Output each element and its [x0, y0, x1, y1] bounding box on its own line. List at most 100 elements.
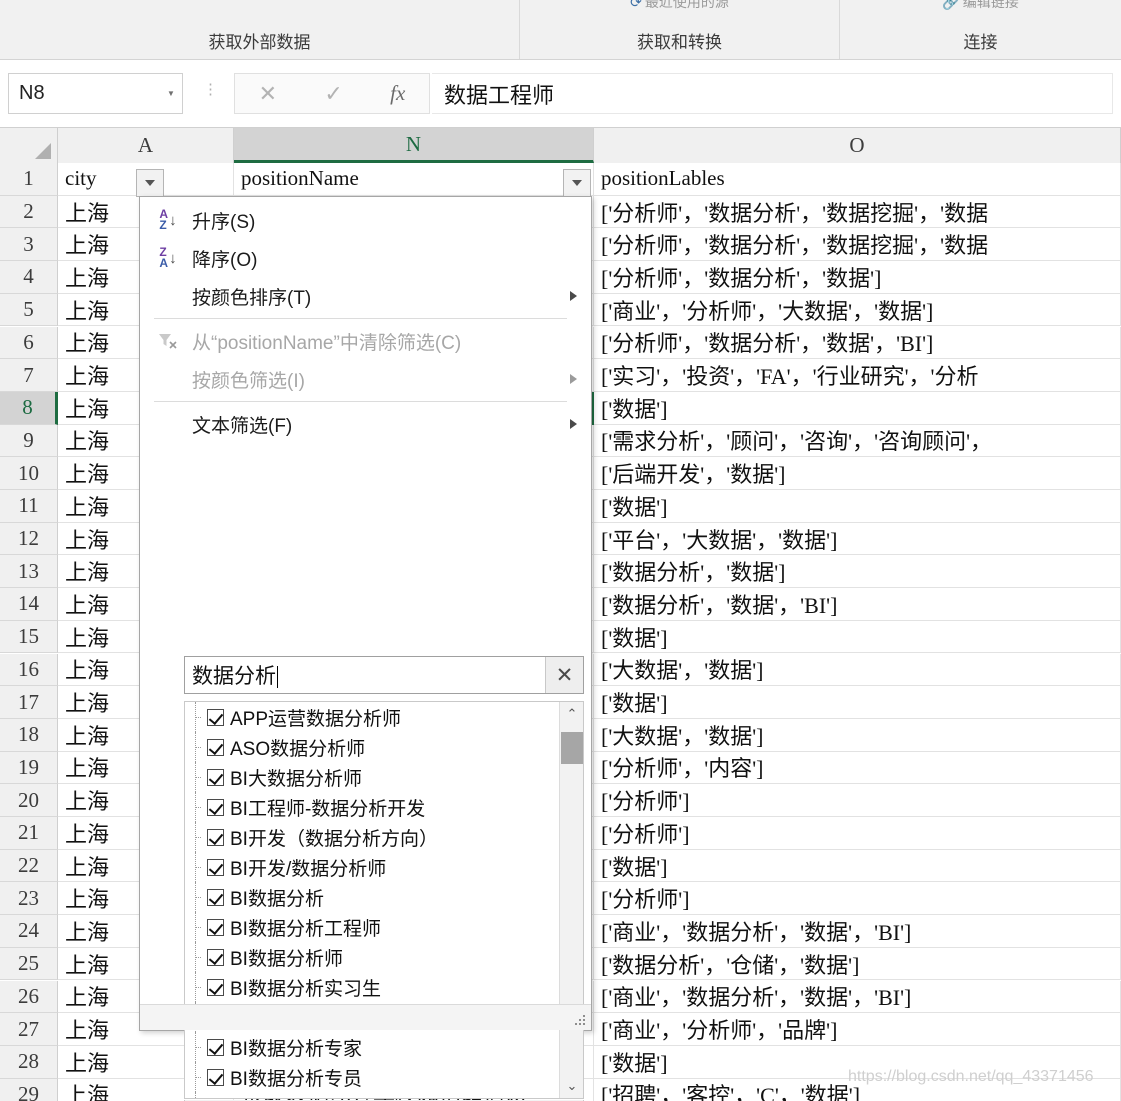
row-header[interactable]: 7 [0, 359, 58, 392]
recent-sources-command[interactable]: ⟳ 最近使用的源 [630, 0, 729, 12]
grid-cell[interactable]: ['商业'，'数据分析'，'数据'，'BI'] [594, 980, 1121, 1014]
formula-input[interactable]: 数据工程师 [432, 73, 1113, 114]
row-header[interactable]: 4 [0, 261, 58, 294]
grid-cell[interactable]: ['需求分析'，'顾问'，'咨询'，'咨询顾问'， [594, 424, 1121, 458]
checkbox-checked[interactable] [207, 978, 224, 996]
grid-cell[interactable]: ['数据分析'，'数据'，'BI'] [594, 588, 1121, 621]
filter-list-item[interactable]: BI开发/数据分析师 [185, 852, 558, 882]
row-header[interactable]: 24 [0, 915, 58, 948]
checkbox-checked[interactable] [207, 738, 224, 756]
grid-cell[interactable]: ['商业'，'分析师'，'品牌'] [594, 1013, 1121, 1046]
name-box[interactable]: N8 ▼ [8, 73, 183, 114]
grid-cell[interactable]: ['分析师'，'数据分析'，'数据'，'BI'] [594, 326, 1121, 360]
filter-button-positionname[interactable] [563, 169, 591, 197]
row-header[interactable]: 23 [0, 882, 58, 916]
grid-cell[interactable]: ['数据分析'，'仓储'，'数据'] [594, 947, 1121, 981]
row-header[interactable]: 14 [0, 588, 58, 621]
row-header[interactable]: 1 [0, 163, 58, 196]
grid-cell[interactable]: ['数据'] [594, 391, 1121, 425]
checkbox-checked[interactable] [207, 708, 224, 726]
checkbox-checked[interactable] [207, 918, 224, 936]
grid-cell[interactable]: ['数据分析'，'数据'] [594, 555, 1121, 589]
checkbox-checked[interactable] [207, 858, 224, 876]
grid-cell[interactable]: ['后端开发'，'数据'] [594, 457, 1121, 490]
checkbox-checked[interactable] [207, 888, 224, 906]
row-header[interactable]: 12 [0, 522, 58, 556]
filter-list-item[interactable]: BI开发（数据分析方向） [185, 822, 558, 852]
grid-cell[interactable]: ['大数据'，'数据'] [594, 718, 1121, 752]
row-header[interactable]: 21 [0, 817, 58, 850]
row-header[interactable]: 16 [0, 653, 58, 687]
scroll-down-icon[interactable]: ⌄ [560, 1074, 583, 1098]
chevron-down-icon[interactable]: ▼ [160, 89, 182, 98]
filter-button-city[interactable] [136, 169, 164, 197]
filter-search-input[interactable]: 数据分析 [185, 660, 545, 690]
filter-list-item[interactable]: BI数据分析师 [185, 942, 558, 972]
confirm-icon[interactable]: ✓ [324, 81, 342, 107]
cancel-icon[interactable]: ✕ [259, 81, 277, 107]
row-header[interactable]: 29 [0, 1078, 58, 1101]
grid-cell[interactable]: ['数据'] [594, 620, 1121, 654]
checkbox-checked[interactable] [207, 768, 224, 786]
grid-cell[interactable]: ['分析师'，'数据分析'，'数据挖掘'，'数据 [594, 228, 1121, 262]
row-header[interactable]: 9 [0, 424, 58, 458]
filter-list-item[interactable]: CRM产品经理(数据分析方向) [185, 1092, 558, 1100]
filter-list-item[interactable]: APP运营数据分析师 [185, 702, 558, 732]
filter-list-item[interactable]: BI数据分析实习生 [185, 972, 558, 1002]
filter-list-item[interactable]: ASO数据分析师 [185, 732, 558, 762]
column-title-cell[interactable]: positionName [234, 163, 594, 196]
filter-list-vertical-scrollbar[interactable]: ⌃ ⌄ [559, 702, 583, 1098]
checkbox-checked[interactable] [207, 1068, 224, 1086]
row-header[interactable]: 10 [0, 457, 58, 490]
checkbox-checked[interactable] [207, 1099, 224, 1100]
row-header[interactable]: 3 [0, 228, 58, 262]
row-header[interactable]: 13 [0, 555, 58, 589]
grid-cell[interactable]: ['分析师'，'数据分析'，'数据'] [594, 261, 1121, 294]
row-header[interactable]: 17 [0, 686, 58, 719]
checkbox-checked[interactable] [207, 828, 224, 846]
row-header[interactable]: 2 [0, 195, 58, 229]
grid-cell[interactable]: ['商业'，'分析师'，'大数据'，'数据'] [594, 293, 1121, 327]
grid-cell[interactable]: ['分析师'，'数据分析'，'数据挖掘'，'数据 [594, 195, 1121, 229]
filter-search-box[interactable]: 数据分析 ✕ [184, 656, 584, 694]
row-header[interactable]: 8 [0, 391, 58, 425]
edit-links-command[interactable]: 🔗 编辑链接 [942, 0, 1018, 12]
row-header[interactable]: 28 [0, 1045, 58, 1079]
filter-list-item[interactable]: BI数据分析工程师 [185, 912, 558, 942]
grid-cell[interactable]: ['实习'，'投资'，'FA'，'行业研究'，'分析 [594, 359, 1121, 392]
row-header[interactable]: 25 [0, 947, 58, 981]
row-header[interactable]: 5 [0, 293, 58, 327]
row-header[interactable]: 19 [0, 751, 58, 785]
column-header-n[interactable]: N [234, 128, 594, 163]
filter-item-list[interactable]: APP运营数据分析师 ASO数据分析师 BI大数据分析师 BI工程师-数据分析开发 BI… [184, 701, 584, 1099]
row-header[interactable]: 27 [0, 1013, 58, 1046]
filter-menu-item-1[interactable]: Z A ↓ 降序(O) [140, 239, 591, 277]
column-header-o[interactable]: O [594, 128, 1121, 163]
grid-cell[interactable]: ['数据'] [594, 849, 1121, 883]
row-header[interactable]: 18 [0, 718, 58, 752]
grid-cell[interactable]: ['分析师'] [594, 817, 1121, 850]
column-title-cell[interactable]: positionLables [594, 163, 1121, 196]
grid-cell[interactable]: ['大数据'，'数据'] [594, 653, 1121, 687]
filter-list-item[interactable]: BI数据分析专员 [185, 1062, 558, 1092]
row-header[interactable]: 22 [0, 849, 58, 883]
row-header[interactable]: 6 [0, 326, 58, 360]
row-header[interactable]: 15 [0, 620, 58, 654]
scroll-up-icon[interactable]: ⌃ [560, 702, 583, 726]
insert-function-icon[interactable]: fx [390, 81, 405, 106]
row-header[interactable]: 26 [0, 980, 58, 1014]
column-header-a[interactable]: A [58, 128, 234, 163]
row-header[interactable]: 11 [0, 490, 58, 523]
grid-cell[interactable]: ['数据'] [594, 490, 1121, 523]
filter-list-item[interactable]: BI大数据分析师 [185, 762, 558, 792]
grid-cell[interactable]: ['分析师'] [594, 784, 1121, 817]
checkbox-checked[interactable] [207, 948, 224, 966]
checkbox-checked[interactable] [207, 798, 224, 816]
filter-list-item[interactable]: BI数据分析专家 [185, 1032, 558, 1062]
resize-grip-icon[interactable] [575, 1015, 585, 1025]
vertical-scrollbar-thumb[interactable] [561, 732, 583, 764]
filter-menu-item-0[interactable]: A Z ↓ 升序(S) [140, 201, 591, 239]
grid-cell[interactable]: ['数据'] [594, 686, 1121, 719]
filter-list-item[interactable]: BI工程师-数据分析开发 [185, 792, 558, 822]
filter-list-item[interactable]: BI数据分析 [185, 882, 558, 912]
